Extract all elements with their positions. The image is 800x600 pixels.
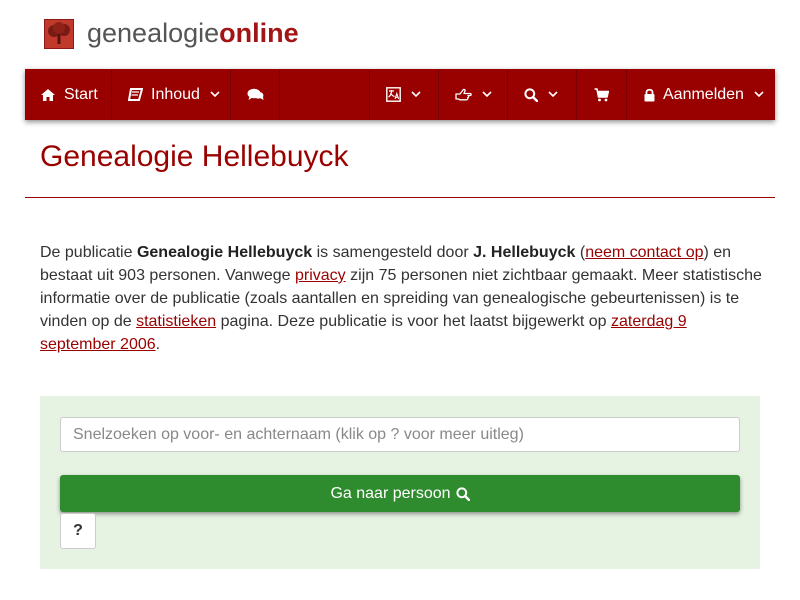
chevron-down-icon bbox=[754, 91, 764, 98]
search-icon bbox=[524, 87, 538, 102]
publication-intro: De publicatie Genealogie Hellebuyck is s… bbox=[40, 241, 765, 356]
quick-search-panel: Ga naar persoon ? bbox=[40, 396, 760, 569]
tree-logo-icon bbox=[44, 18, 74, 49]
title-divider bbox=[25, 197, 775, 198]
chevron-down-icon bbox=[548, 91, 558, 98]
nav-login[interactable]: Aanmelden bbox=[627, 69, 775, 120]
nav-search[interactable] bbox=[508, 69, 577, 120]
nav-start[interactable]: Start bbox=[25, 69, 112, 120]
contact-link[interactable]: neem contact op bbox=[585, 244, 703, 261]
chevron-down-icon bbox=[411, 91, 421, 98]
main-navbar: Start Inhoud Aanmelden bbox=[25, 69, 775, 120]
search-icon bbox=[455, 486, 470, 501]
site-logo[interactable]: genealogieonline bbox=[44, 18, 299, 49]
author-name: J. Hellebuyck bbox=[473, 244, 576, 261]
quick-search-input[interactable] bbox=[60, 417, 740, 452]
shopping-cart-icon bbox=[594, 87, 609, 102]
chevron-down-icon bbox=[482, 91, 492, 98]
intro-text: pagina. Deze publicatie is voor het laat… bbox=[216, 313, 612, 330]
logo-text-online: online bbox=[219, 18, 299, 48]
hand-pointer-icon bbox=[455, 88, 472, 102]
search-help-button[interactable]: ? bbox=[60, 513, 96, 549]
statistics-link[interactable]: statistieken bbox=[136, 313, 216, 330]
intro-text: . bbox=[155, 336, 161, 353]
book-icon bbox=[128, 87, 143, 102]
translate-icon bbox=[386, 87, 401, 102]
intro-text: De publicatie bbox=[40, 244, 137, 261]
logo-text-genealogie: genealogie bbox=[87, 18, 220, 48]
publication-name: Genealogie Hellebuyck bbox=[136, 244, 313, 261]
intro-text: ( bbox=[575, 244, 586, 261]
nav-inhoud[interactable]: Inhoud bbox=[112, 69, 231, 120]
nav-language[interactable] bbox=[370, 69, 439, 120]
page-title: Genealogie Hellebuyck bbox=[40, 140, 349, 173]
nav-share[interactable] bbox=[439, 69, 508, 120]
comments-icon bbox=[247, 88, 264, 102]
nav-cart[interactable] bbox=[577, 69, 627, 120]
privacy-link[interactable]: privacy bbox=[295, 267, 346, 284]
intro-text: is samengesteld door bbox=[312, 244, 474, 261]
nav-spacer bbox=[280, 69, 370, 120]
nav-chat[interactable] bbox=[231, 69, 280, 120]
go-to-person-button[interactable]: Ga naar persoon bbox=[60, 475, 740, 512]
nav-inhoud-label: Inhoud bbox=[151, 85, 200, 103]
home-icon bbox=[40, 88, 56, 102]
chevron-down-icon bbox=[210, 91, 220, 98]
go-to-person-label: Ga naar persoon bbox=[330, 484, 451, 502]
nav-start-label: Start bbox=[64, 85, 98, 103]
lock-icon bbox=[644, 88, 655, 102]
nav-login-label: Aanmelden bbox=[663, 85, 744, 103]
